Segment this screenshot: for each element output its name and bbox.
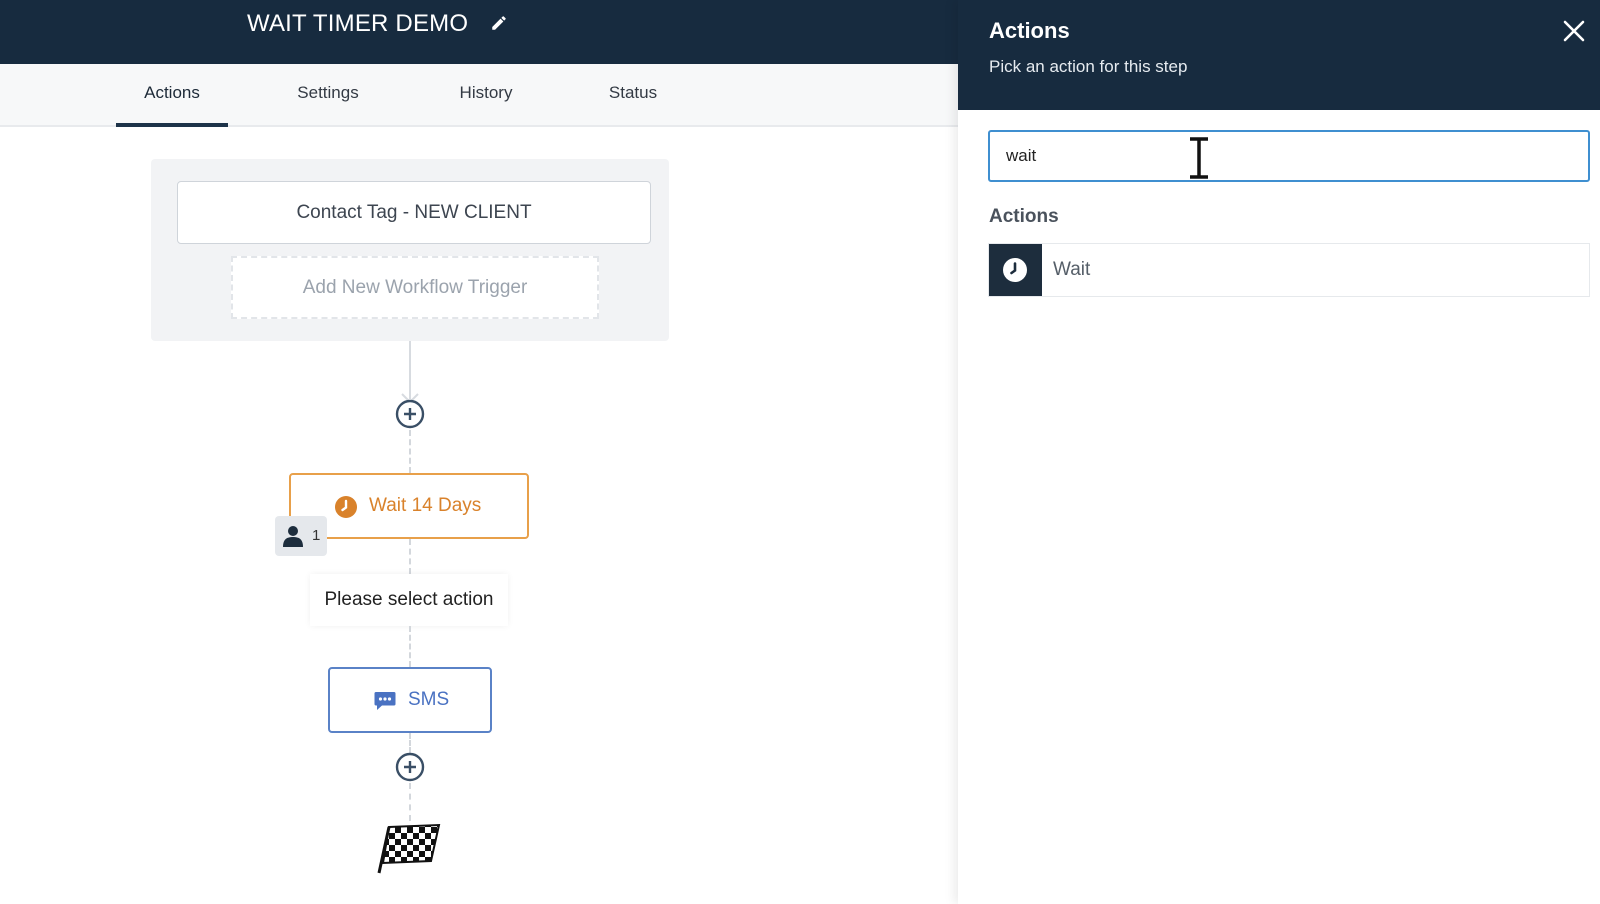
action-result-wait[interactable]: Wait xyxy=(988,243,1590,297)
add-step-plus-icon[interactable] xyxy=(395,399,425,429)
tab-bar: Actions Settings History Status xyxy=(0,64,958,127)
trigger-container: Contact Tag - NEW CLIENT Add New Workflo… xyxy=(151,159,669,341)
checkered-flag-icon xyxy=(377,823,441,874)
panel-subtitle: Pick an action for this step xyxy=(989,57,1188,76)
clock-icon xyxy=(335,496,357,518)
results-section-label: Actions xyxy=(989,206,1059,227)
workflow-title: WAIT TIMER DEMO xyxy=(247,10,469,37)
contact-count: 1 xyxy=(312,527,321,544)
connector-line xyxy=(409,341,411,399)
pencil-icon[interactable] xyxy=(490,14,508,32)
tab-actions[interactable]: Actions xyxy=(116,64,228,127)
add-trigger-button[interactable]: Add New Workflow Trigger xyxy=(231,256,599,319)
connector-line xyxy=(409,626,411,667)
select-action-placeholder[interactable]: Please select action xyxy=(310,574,508,626)
connector-line xyxy=(409,733,411,753)
person-icon xyxy=(283,526,303,547)
add-step-plus-icon[interactable] xyxy=(395,752,425,782)
contact-count-badge[interactable]: 1 xyxy=(275,516,327,556)
actions-panel: Actions Pick an action for this step Act… xyxy=(958,0,1600,904)
close-icon[interactable] xyxy=(1562,19,1586,43)
tab-status[interactable]: Status xyxy=(583,64,683,127)
connector-line xyxy=(409,430,411,473)
workflow-editor: WAIT TIMER DEMO Actions Settings History… xyxy=(0,0,1600,904)
panel-title: Actions xyxy=(989,18,1070,43)
workflow-canvas: Contact Tag - NEW CLIENT Add New Workflo… xyxy=(0,129,958,904)
action-search-input[interactable] xyxy=(988,130,1590,182)
chat-bubble-icon xyxy=(374,692,396,710)
panel-header: Actions Pick an action for this step xyxy=(958,0,1600,110)
tab-history[interactable]: History xyxy=(436,64,536,127)
tab-settings[interactable]: Settings xyxy=(278,64,378,127)
action-icon-box xyxy=(989,244,1042,296)
sms-step-label: SMS xyxy=(408,689,450,710)
top-bar: WAIT TIMER DEMO xyxy=(0,0,958,64)
sms-step-card[interactable]: SMS xyxy=(328,667,492,733)
trigger-card[interactable]: Contact Tag - NEW CLIENT xyxy=(177,181,651,244)
wait-step-label: Wait 14 Days xyxy=(369,495,482,516)
connector-line xyxy=(409,783,411,821)
action-result-label: Wait xyxy=(1053,259,1091,280)
connector-line xyxy=(409,539,411,574)
clock-icon xyxy=(1003,258,1027,282)
